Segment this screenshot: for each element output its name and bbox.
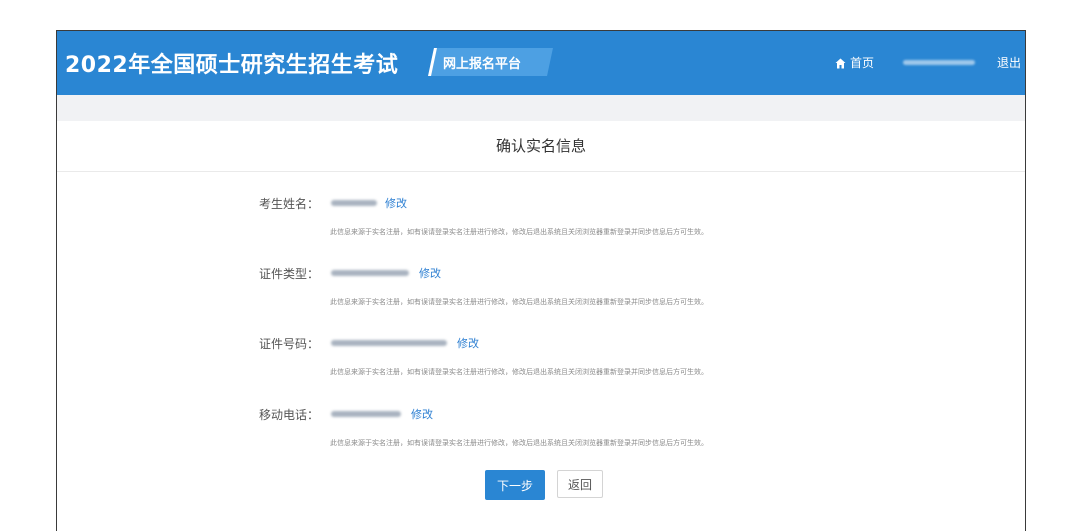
field-label-id-type: 证件类型：: [259, 267, 320, 281]
platform-badge: 网上报名平台: [428, 48, 553, 76]
field-note-mobile: 此信息来源于实名注册，如有误请登录实名注册进行修改，修改后退出系统且关闭浏览器重…: [330, 439, 708, 447]
home-link[interactable]: 首页: [835, 54, 874, 71]
page-title: 确认实名信息: [495, 137, 586, 155]
edit-name-link[interactable]: 修改: [385, 195, 407, 211]
platform-badge-label: 网上报名平台: [443, 57, 522, 72]
home-icon: [835, 58, 846, 69]
title-divider: [57, 171, 1025, 172]
field-note-id-number: 此信息来源于实名注册，如有误请登录实名注册进行修改，修改后退出系统且关闭浏览器重…: [330, 368, 708, 376]
home-link-label: 首页: [850, 56, 875, 70]
edit-id-type-link[interactable]: 修改: [419, 265, 441, 281]
top-header: 2022年全国硕士研究生招生考试 网上报名平台 首页 退出: [57, 31, 1025, 95]
field-note-name: 此信息来源于实名注册，如有误请登录实名注册进行修改，修改后退出系统且关闭浏览器重…: [330, 228, 708, 236]
logout-link[interactable]: 退出: [997, 54, 1021, 71]
edit-mobile-link[interactable]: 修改: [411, 406, 433, 422]
field-value-id-type-redacted: [331, 270, 409, 276]
field-value-name-redacted: [331, 200, 377, 206]
field-value-id-number-redacted: [331, 340, 447, 346]
field-label-name: 考生姓名：: [259, 197, 320, 211]
edit-id-number-link[interactable]: 修改: [457, 335, 479, 351]
next-step-button[interactable]: 下一步: [485, 470, 545, 500]
sub-header-bar: [57, 95, 1025, 121]
field-label-id-number: 证件号码：: [259, 337, 320, 351]
username-redacted: [903, 60, 975, 65]
field-label-mobile: 移动电话：: [259, 408, 320, 422]
field-value-mobile-redacted: [331, 411, 401, 417]
app-window: 2022年全国硕士研究生招生考试 网上报名平台 首页 退出 确认实名信息 考生姓…: [56, 30, 1026, 531]
back-button[interactable]: 返回: [557, 470, 603, 498]
app-title: 2022年全国硕士研究生招生考试: [65, 53, 399, 78]
field-note-id-type: 此信息来源于实名注册，如有误请登录实名注册进行修改，修改后退出系统且关闭浏览器重…: [330, 298, 708, 306]
